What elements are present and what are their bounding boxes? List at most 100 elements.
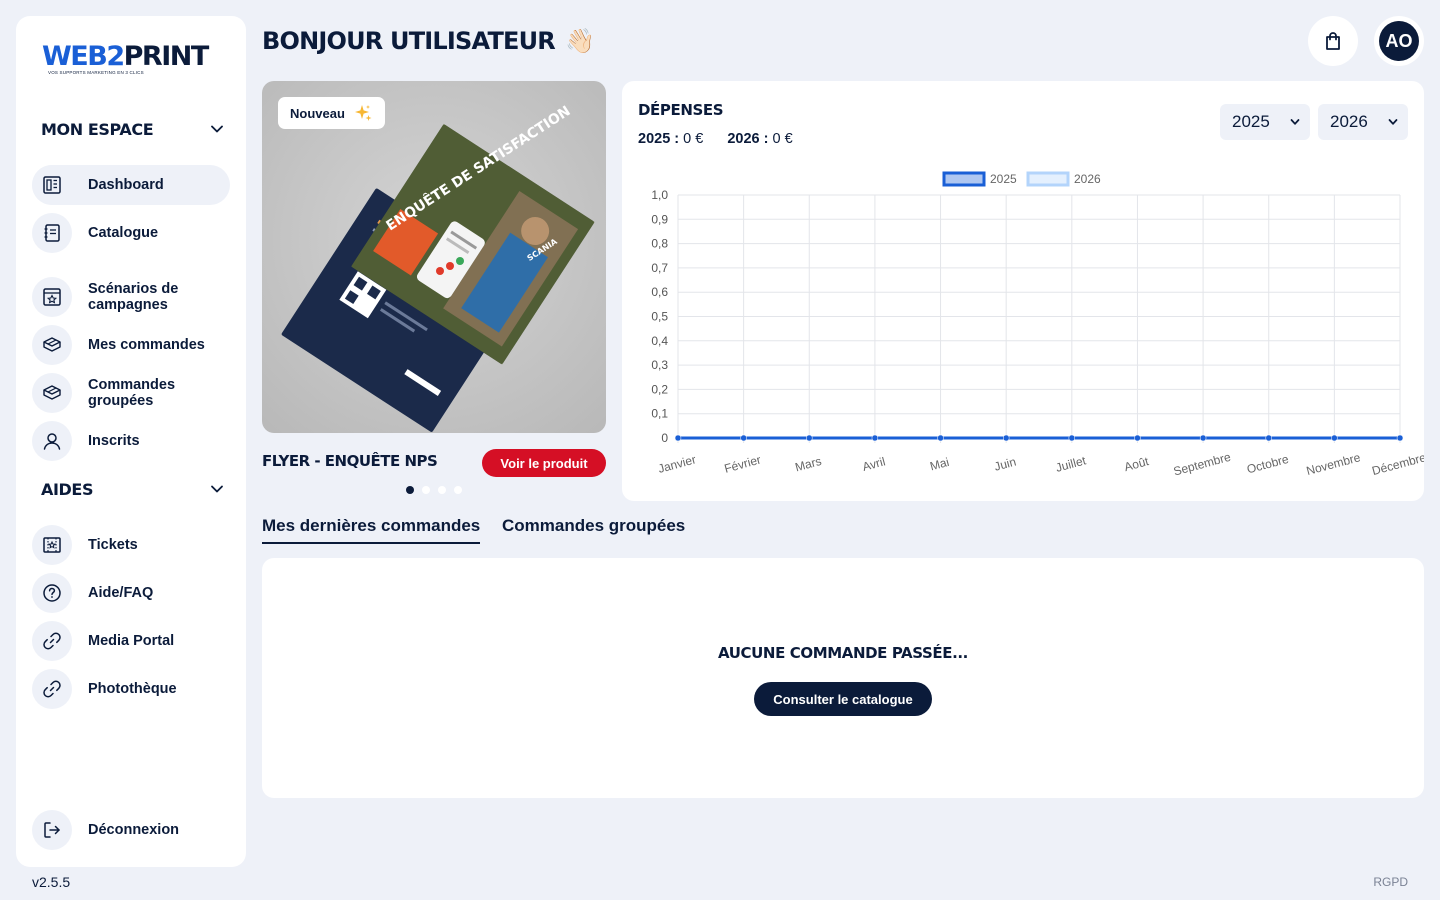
sidebar-item-mes-commandes[interactable]: Mes commandes [32,325,230,365]
carousel-dots [406,486,462,494]
carousel-dot[interactable] [454,486,462,494]
x-tick-label: Novembre [1305,450,1362,478]
user-icon [32,421,72,461]
x-tick-label: Février [723,453,763,476]
y-tick-label: 0,8 [651,237,668,251]
product-name: FLYER - ENQUÊTE NPS [262,452,438,470]
page-title: BONJOUR UTILISATEUR 👋🏻 [262,24,595,58]
x-tick-label: Mars [794,454,823,474]
logo-two: 2 [106,41,125,72]
y-tick-label: 0,4 [651,334,668,348]
promo-carousel[interactable]: Nouveau ENQUÊTE DE SATISFACTION SCANIA [262,81,606,433]
sidebar-item-scenarios[interactable]: Scénarios de campagnes [32,277,230,317]
tab-mes-dernieres-commandes[interactable]: Mes dernières commandes [262,516,481,544]
data-point-2025 [1134,434,1141,442]
cart-button[interactable] [1308,16,1358,66]
greeting-text: BONJOUR UTILISATEUR [262,27,556,55]
y-tick-label: 0,2 [651,382,668,396]
avatar: AO [1379,21,1419,61]
data-point-2025 [1002,434,1010,442]
section-title: AIDES [41,479,94,499]
tab-commandes-groupees[interactable]: Commandes groupées [502,516,685,542]
sidebar-item-aide-faq[interactable]: Aide/FAQ [32,573,230,613]
y-tick-label: 0,1 [651,407,668,421]
logout-icon [32,810,72,850]
carousel-dot[interactable] [406,486,414,494]
sidebar-item-label: Photothèque [88,681,177,697]
catalog-icon [32,213,72,253]
carousel-dot[interactable] [422,486,430,494]
x-tick-label: Avril [861,454,887,474]
sidebar-item-inscrits[interactable]: Inscrits [32,421,230,461]
campaign-icon [32,277,72,317]
view-product-button[interactable]: Voir le produit [482,449,606,477]
sidebar-item-tickets[interactable]: Tickets [32,525,230,565]
y-tick-label: 0,3 [651,358,668,372]
sidebar-item-label: Dashboard [88,177,164,193]
help-icon [32,573,72,613]
legend-label: 2026 [1074,172,1101,186]
legend-swatch [1026,171,1070,187]
sidebar-item-commandes-groupees[interactable]: Commandes groupées [32,373,230,413]
shopping-bag-icon [1326,32,1340,50]
sidebar: WEB2PRINT vos supports marketing en 3 cl… [16,16,246,867]
data-point-2025 [1265,434,1272,442]
app-version: v2.5.5 [32,874,71,890]
section-title: MON ESPACE [41,119,154,139]
sidebar-item-label: Aide/FAQ [88,585,154,601]
y-tick-label: 0,7 [651,261,668,275]
data-point-2025 [1331,434,1338,442]
sidebar-item-deconnexion[interactable]: Déconnexion [32,810,230,850]
x-tick-label: Mai [928,455,950,474]
web2print-logo[interactable]: WEB2PRINT vos supports marketing en 3 cl… [42,42,222,90]
chevron-down-icon [211,125,223,133]
data-point-2025 [937,434,944,442]
sidebar-item-phototheque[interactable]: Photothèque [32,669,230,709]
sidebar-item-label: Inscrits [88,433,140,449]
data-point-2025 [1068,434,1076,442]
x-tick-label: Juin [993,455,1018,474]
waving-hand-icon: 👋🏻 [564,27,595,55]
data-point-2025 [740,434,747,442]
sidebar-item-label: Tickets [88,537,138,553]
sidebar-item-label: Mes commandes [88,337,205,353]
data-point-2025 [871,434,879,442]
expenses-card: DÉPENSES 2025 : 0 € 2026 : 0 € 2025 2026… [622,81,1424,501]
data-point-2025 [806,434,813,442]
empty-orders-message: AUCUNE COMMANDE PASSÉE... [718,644,968,662]
logo-print: PRINT [123,41,210,72]
sidebar-item-label: Commandes groupées [88,377,176,409]
sidebar-item-label: Catalogue [88,225,159,241]
browse-catalog-button[interactable]: Consulter le catalogue [754,682,932,716]
x-tick-label: Octobre [1245,452,1290,477]
dashboard-icon [32,165,72,205]
link-icon [32,621,72,661]
chevron-down-icon [211,485,223,493]
ticket-icon [32,525,72,565]
x-tick-label: Janvier [656,452,697,476]
section-mon-espace[interactable]: MON ESPACE [41,114,224,144]
data-point-2025 [674,434,682,442]
link-icon [32,669,72,709]
sidebar-item-media-portal[interactable]: Media Portal [32,621,230,661]
carousel-dot[interactable] [438,486,446,494]
section-aides[interactable]: AIDES [41,474,224,504]
legend-swatch [942,171,986,187]
y-tick-label: 0,6 [651,285,668,299]
user-menu[interactable]: AO [1374,16,1424,66]
legend-label: 2025 [990,172,1017,186]
sidebar-item-label: Scénarios de campagnes [88,281,179,313]
y-tick-label: 0,9 [651,212,668,226]
x-tick-label: Décembre [1370,450,1424,478]
data-point-2025 [1396,434,1404,442]
x-tick-label: Août [1123,454,1151,474]
rgpd-link[interactable]: RGPD [1373,875,1408,889]
orders-panel: AUCUNE COMMANDE PASSÉE... Consulter le c… [262,558,1424,798]
logo-web: WEB [42,41,108,72]
y-tick-label: 0,5 [651,310,668,324]
data-point-2025 [1199,434,1207,442]
y-tick-label: 1,0 [651,188,668,202]
sidebar-item-label: Déconnexion [88,822,180,838]
sidebar-item-catalogue[interactable]: Catalogue [32,213,230,253]
sidebar-item-dashboard[interactable]: Dashboard [32,165,230,205]
